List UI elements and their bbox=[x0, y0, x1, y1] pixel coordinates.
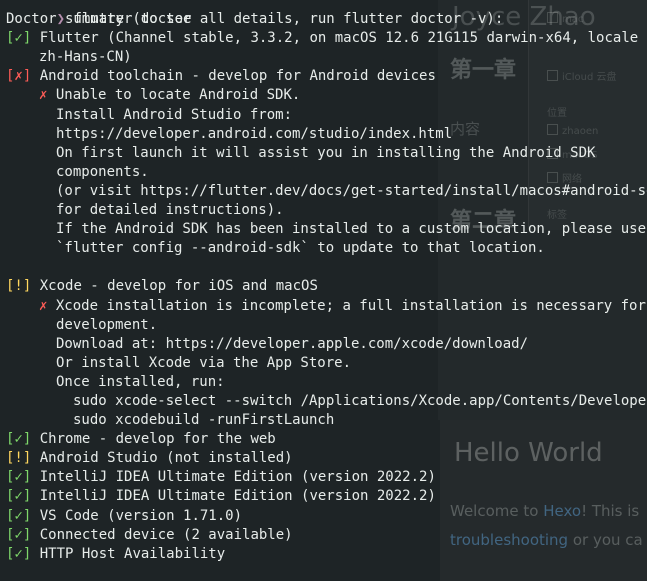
warning-icon: [!] bbox=[6, 450, 32, 467]
android-error: ✗ Unable to locate Android SDK. bbox=[39, 87, 301, 104]
android-line-2: https://developer.android.com/studio/ind… bbox=[56, 125, 453, 142]
android-line-6: for detailed instructions). bbox=[56, 202, 284, 219]
intellij-status-2: [✓] IntelliJ IDEA Ultimate Edition (vers… bbox=[6, 488, 436, 505]
android-line-4: components. bbox=[56, 163, 149, 180]
http-host-status: [✓] HTTP Host Availability bbox=[6, 545, 226, 562]
android-line-7: If the Android SDK has been installed to… bbox=[56, 221, 647, 238]
check-icon: [✓] bbox=[6, 507, 32, 524]
android-line-3: On first launch it will assist you in in… bbox=[56, 144, 596, 161]
xcode-cmd-1: sudo xcode-select --switch /Applications… bbox=[73, 392, 647, 409]
xcode-line-2: Download at: https://developer.apple.com… bbox=[56, 335, 529, 352]
android-line-5: (or visit https://flutter.dev/docs/get-s… bbox=[56, 182, 647, 199]
android-line-8: `flutter config --android-sdk` to update… bbox=[56, 240, 545, 257]
chrome-status: [✓] Chrome - develop for the web bbox=[6, 431, 276, 448]
terminal-window[interactable]: mac iCloud 云盘 位置 zhaoen macOS 网络 标签 Joyc… bbox=[0, 0, 647, 581]
flutter-status: [✓] Flutter (Channel stable, 3.3.2, on m… bbox=[6, 30, 639, 47]
vscode-status: [✓] VS Code (version 1.71.0) bbox=[6, 507, 243, 524]
terminal-output: ❯ flutter doctor Doctor summary (to see … bbox=[0, 0, 647, 573]
android-studio-status: [!] Android Studio (not installed) bbox=[6, 450, 293, 467]
xcode-line-3: Or install Xcode via the App Store. bbox=[56, 354, 352, 371]
xcode-line-4: Once installed, run: bbox=[56, 373, 225, 390]
android-line-1: Install Android Studio from: bbox=[56, 106, 293, 123]
intellij-status-1: [✓] IntelliJ IDEA Ultimate Edition (vers… bbox=[6, 469, 436, 486]
cross-icon: ✗ bbox=[39, 297, 48, 314]
check-icon: [✓] bbox=[6, 469, 32, 486]
check-icon: [✓] bbox=[6, 488, 32, 505]
xcode-error: ✗ Xcode installation is incomplete; a fu… bbox=[39, 297, 647, 314]
xcode-cmd-2: sudo xcodebuild -runFirstLaunch bbox=[73, 412, 335, 429]
check-icon: [✓] bbox=[6, 431, 32, 448]
flutter-status-cont: zh-Hans-CN) bbox=[39, 49, 132, 66]
check-icon: [✓] bbox=[6, 526, 32, 543]
android-toolchain-status: [✗] Android toolchain - develop for Andr… bbox=[6, 68, 436, 85]
warning-icon: [!] bbox=[6, 278, 32, 295]
cross-icon: ✗ bbox=[39, 87, 48, 104]
prompt-line: ❯ flutter doctor bbox=[6, 0, 647, 27]
check-icon: [✓] bbox=[6, 30, 32, 47]
summary-line: Doctor summary (to see all details, run … bbox=[6, 11, 504, 28]
xcode-status: [!] Xcode - develop for iOS and macOS bbox=[6, 278, 318, 295]
connected-device-status: [✓] Connected device (2 available) bbox=[6, 526, 293, 543]
check-icon: [✓] bbox=[6, 545, 32, 562]
error-icon: [✗] bbox=[6, 68, 32, 85]
xcode-line-1: development. bbox=[56, 316, 158, 333]
